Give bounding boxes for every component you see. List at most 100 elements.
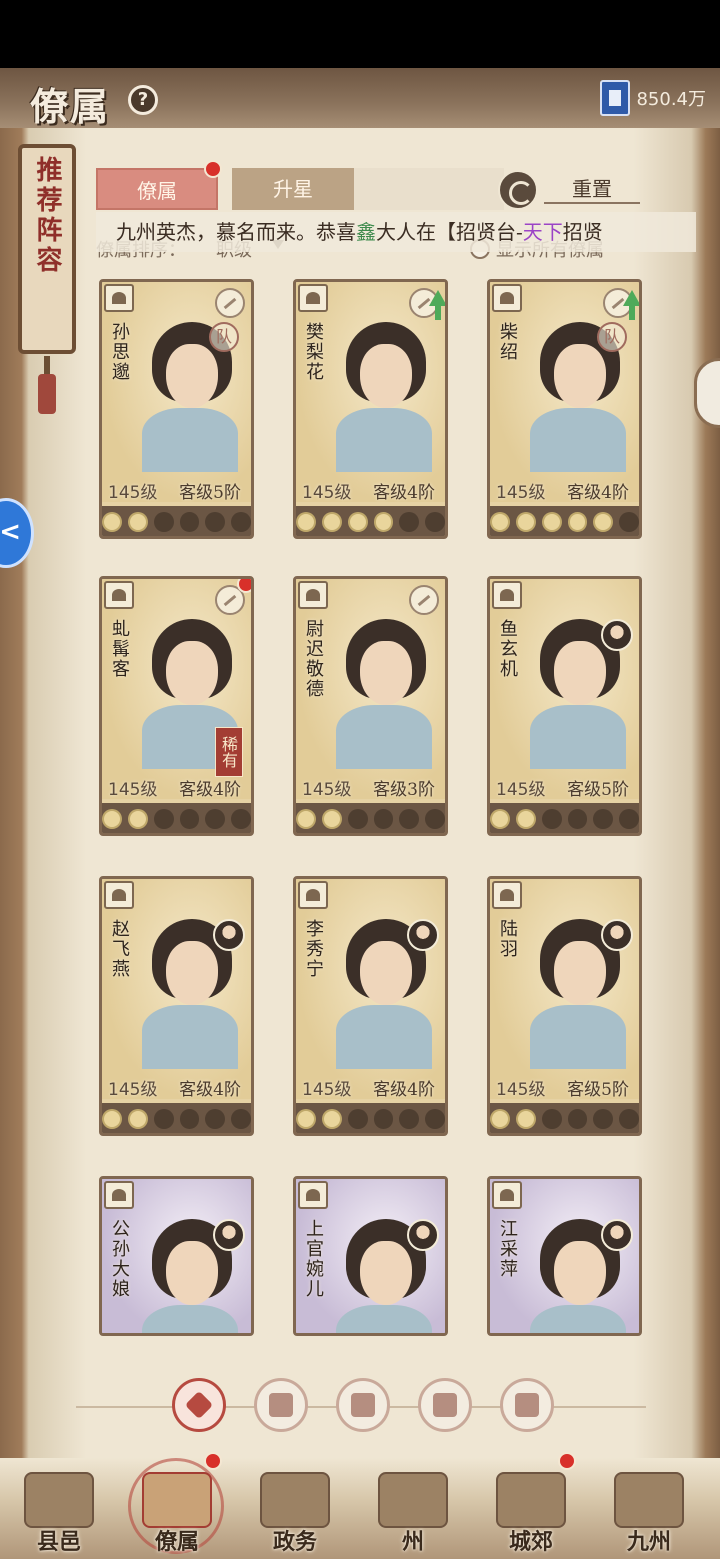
scroll-icon: [142, 1472, 212, 1528]
retainer-rank: 客级4阶: [373, 1080, 435, 1100]
moon-star-icon: [567, 809, 588, 829]
fan-filter-icon[interactable]: [418, 1378, 472, 1432]
nav-4[interactable]: 州: [358, 1458, 468, 1559]
moon-star-icon: [127, 512, 148, 532]
tab-upgrade-stars[interactable]: 升星: [232, 168, 354, 210]
retainer-rank: 客级5阶: [567, 1080, 629, 1100]
class-icon: [298, 1181, 328, 1209]
retainer-card[interactable]: 鱼玄机 145级 客级5阶: [487, 576, 642, 836]
all-filter-icon[interactable]: [172, 1378, 226, 1432]
class-icon: [298, 581, 328, 609]
class-icon: [104, 284, 134, 312]
moon-star-icon: [179, 809, 200, 829]
right-edge-button[interactable]: [694, 358, 720, 428]
reset-button[interactable]: 重置: [544, 174, 640, 204]
moon-star-icon: [321, 512, 342, 532]
retainer-card[interactable]: 江采萍: [487, 1176, 642, 1336]
nav-3[interactable]: 政务: [240, 1458, 350, 1559]
role-icon: [215, 288, 245, 318]
portrait-face: [166, 1241, 218, 1305]
retainer-portrait: [296, 879, 445, 1099]
star-row: [296, 803, 445, 833]
nav-5[interactable]: 城郊: [476, 1452, 586, 1559]
county-gate-icon: [24, 1472, 94, 1528]
portrait-robe: [530, 1305, 626, 1333]
side-float-button[interactable]: <: [0, 498, 34, 568]
help-icon[interactable]: ?: [128, 85, 158, 115]
moon-star-icon: [231, 809, 251, 829]
tab-spacer: [354, 168, 504, 210]
star-row: [296, 1103, 445, 1133]
retainer-card[interactable]: 樊梨花 145级 客级4阶: [293, 279, 448, 539]
marquee-prefix: 九州英杰，慕名而来。恭喜: [116, 220, 356, 244]
tab-retainers[interactable]: 僚属: [96, 168, 218, 210]
header-bar: 僚属 ? 850.4万: [0, 68, 720, 129]
retainer-level: 145级: [496, 1080, 546, 1100]
retainer-card[interactable]: 李秀宁 145级 客级4阶: [293, 876, 448, 1136]
moon-star-icon: [347, 1109, 368, 1129]
book-currency-icon: [600, 80, 631, 116]
moon-star-icon: [102, 512, 122, 532]
currency-display[interactable]: 850.4万: [600, 80, 706, 116]
retainer-name: 陆羽: [497, 919, 518, 959]
recommended-lineup-button[interactable]: 推荐阵容: [18, 144, 76, 354]
portrait-robe: [336, 1005, 432, 1069]
retainer-card[interactable]: 柴绍 队 145级 客级4阶: [487, 279, 642, 539]
moon-star-icon: [593, 1109, 614, 1129]
star-row: [490, 1103, 639, 1133]
nav-6[interactable]: 九州: [594, 1458, 704, 1559]
moon-star-icon: [127, 809, 148, 829]
star-row: [296, 506, 445, 536]
portrait-face: [554, 344, 606, 408]
retainer-card[interactable]: 陆羽 145级 客级5阶: [487, 876, 642, 1136]
hat-filter-icon[interactable]: [254, 1378, 308, 1432]
retainer-card[interactable]: 尉迟敬德 145级 客级3阶: [293, 576, 448, 836]
moon-star-icon: [102, 809, 122, 829]
nav-label: 政务: [272, 1529, 317, 1555]
retainer-card[interactable]: 虬髯客 稀有 145级 客级4阶: [99, 576, 254, 836]
beast-filter-icon[interactable]: [336, 1378, 390, 1432]
assigned-avatar-icon: [601, 619, 633, 651]
marquee-player: 鑫: [356, 220, 376, 244]
retainer-name: 孙思邈: [109, 322, 130, 382]
portrait-robe: [142, 408, 238, 472]
portrait-face: [554, 941, 606, 1005]
page-title: 僚属: [30, 84, 111, 129]
moon-star-icon: [296, 809, 316, 829]
retainer-name: 鱼玄机: [497, 619, 518, 679]
nav-2[interactable]: 僚属: [122, 1452, 232, 1559]
retainer-portrait: [490, 579, 639, 799]
retainer-level: 145级: [496, 483, 546, 503]
portrait-robe: [142, 1005, 238, 1069]
retainer-card[interactable]: 上官婉儿: [293, 1176, 448, 1336]
lion-filter-icon[interactable]: [500, 1378, 554, 1432]
reset-icon[interactable]: [498, 170, 538, 210]
moon-star-icon: [296, 1109, 316, 1129]
portrait-face: [166, 941, 218, 1005]
class-icon: [104, 1181, 134, 1209]
nav-1[interactable]: 县邑: [4, 1458, 114, 1559]
moon-star-icon: [593, 512, 614, 532]
nav-label: 州: [401, 1529, 424, 1555]
signal-icon: <: [0, 517, 21, 547]
moon-star-icon: [153, 512, 174, 532]
retainer-card[interactable]: 赵飞燕 145级 客级4阶: [99, 876, 254, 1136]
notification-dot: [204, 1452, 222, 1470]
moon-star-icon: [541, 1109, 562, 1129]
retainer-portrait: [490, 879, 639, 1099]
retainer-level: 145级: [302, 780, 352, 800]
assigned-avatar-icon: [407, 1219, 439, 1251]
retainer-card[interactable]: 孙思邈 队 145级 客级5阶: [99, 279, 254, 539]
portrait-robe: [530, 1005, 626, 1069]
portrait-robe: [336, 1305, 432, 1333]
class-icon: [104, 881, 134, 909]
retainer-rank: 客级5阶: [567, 780, 629, 800]
portrait-face: [360, 641, 412, 705]
status-bar: [0, 0, 720, 68]
moon-star-icon: [205, 809, 226, 829]
moon-star-icon: [373, 1109, 394, 1129]
portrait-figure: [336, 619, 432, 769]
retainer-card[interactable]: 公孙大娘: [99, 1176, 254, 1336]
retainer-rank: 客级3阶: [373, 780, 435, 800]
star-row: [490, 803, 639, 833]
